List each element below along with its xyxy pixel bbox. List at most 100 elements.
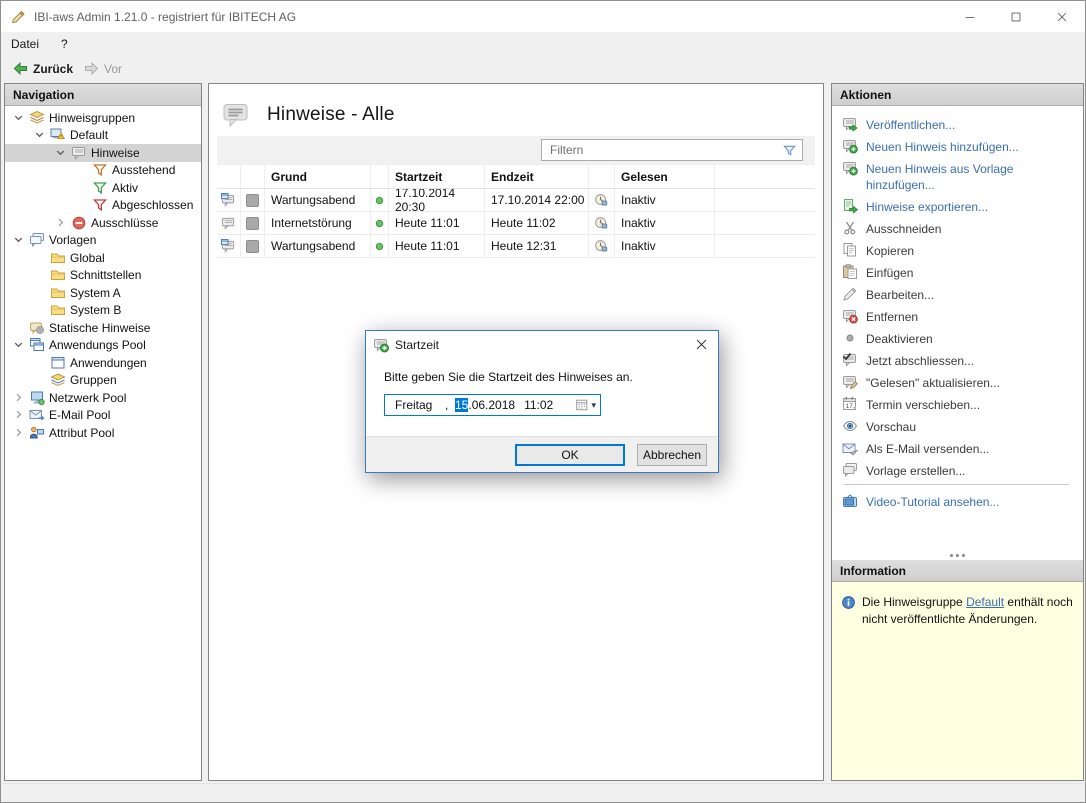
panel-splitter[interactable] — [832, 550, 1083, 560]
tree-item-hinweise[interactable]: Hinweise — [5, 144, 201, 162]
table-row[interactable]: Wartungsabend17.10.2014 20:3017.10.2014 … — [217, 189, 815, 212]
table-row[interactable]: InternetstörungHeute 11:01Heute 11:02Ina… — [217, 212, 815, 235]
create-template-icon — [842, 462, 858, 478]
tree-item-attribut-pool[interactable]: Attribut Pool — [5, 424, 201, 442]
datetime-picker[interactable]: Freitag , 15 .06.2018 11:02 ▾ — [384, 394, 601, 416]
tree-item-label: Vorlagen — [49, 233, 100, 247]
tree-item-schnittstellen[interactable]: Schnittstellen — [5, 267, 201, 285]
dialog-title-bar[interactable]: Startzeit — [366, 331, 718, 358]
menu-datei[interactable]: Datei — [1, 34, 49, 54]
title-bar: IBI-aws Admin 1.21.0 - registriert für I… — [1, 1, 1085, 32]
picker-time-segment[interactable]: 11:02 — [524, 398, 553, 412]
close-window-button[interactable] — [1039, 1, 1085, 32]
tree-item-statische-hinweise[interactable]: Statische Hinweise — [5, 319, 201, 337]
gelesen-cell: Inaktiv — [615, 212, 715, 234]
tv-icon — [842, 493, 858, 509]
tree-item-system-a[interactable]: System A — [5, 284, 201, 302]
tree-item-system-b[interactable]: System B — [5, 302, 201, 320]
calendar-dropdown-button[interactable]: ▾ — [575, 398, 600, 412]
chevron-down-icon[interactable] — [11, 110, 29, 126]
chevron-right-icon[interactable] — [11, 390, 29, 406]
picker-date-rest-segment[interactable]: .06.2018 — [468, 398, 515, 412]
anwendungs-pool-icon — [29, 337, 45, 353]
tree-item-label: Ausschlüsse — [91, 216, 162, 230]
forward-button[interactable]: Vor — [78, 59, 127, 78]
tree-item-default[interactable]: Default — [5, 127, 201, 145]
action-als-e-mail-versenden[interactable]: Als E-Mail versenden... — [842, 440, 1071, 457]
funnel-orange-icon — [92, 162, 108, 178]
navigation-header: Navigation — [5, 84, 201, 106]
action-einf-gen[interactable]: Einfügen — [842, 264, 1071, 281]
action-gelesen-aktualisieren[interactable]: "Gelesen" aktualisieren... — [842, 374, 1071, 391]
tree-item-hinweisgruppen[interactable]: Hinweisgruppen — [5, 109, 201, 127]
app-window: IBI-aws Admin 1.21.0 - registriert für I… — [0, 0, 1086, 803]
tree-item-netzwerk-pool[interactable]: Netzwerk Pool — [5, 389, 201, 407]
calendar-icon: 17 — [842, 396, 858, 412]
add-bubble-icon — [842, 160, 858, 176]
tree-item-gruppen[interactable]: Gruppen — [5, 372, 201, 390]
row-spacer — [715, 212, 815, 234]
close-icon[interactable] — [684, 331, 718, 358]
back-button-label: Zurück — [33, 62, 73, 76]
tree-item-anwendungs-pool[interactable]: Anwendungs Pool — [5, 337, 201, 355]
tree-item-aktiv[interactable]: Aktiv — [5, 179, 201, 197]
action-neuen-hinweis-hinzuf-gen[interactable]: Neuen Hinweis hinzufügen... — [842, 138, 1071, 155]
column-header-grund[interactable]: Grund — [265, 165, 371, 188]
copy-icon — [842, 242, 858, 258]
action-vorschau[interactable]: Vorschau — [842, 418, 1071, 435]
action-termin-verschieben[interactable]: 17Termin verschieben... — [842, 396, 1071, 413]
tree-item-e-mail-pool[interactable]: E-Mail Pool — [5, 407, 201, 425]
picker-day-segment[interactable]: Freitag — [395, 398, 445, 412]
tree-item-ausschl-sse[interactable]: Ausschlüsse — [5, 214, 201, 232]
color-swatch — [241, 212, 265, 234]
action-vorlage-erstellen[interactable]: Vorlage erstellen... — [842, 462, 1071, 479]
statische-icon — [29, 320, 45, 336]
action-ausschneiden[interactable]: Ausschneiden — [842, 220, 1071, 237]
actions-header: Aktionen — [832, 84, 1083, 106]
tree-item-global[interactable]: Global — [5, 249, 201, 267]
chevron-right-icon[interactable] — [11, 425, 29, 441]
default-group-link[interactable]: Default — [966, 595, 1004, 609]
column-header-gelesen[interactable]: Gelesen — [615, 165, 715, 188]
column-header-startzeit[interactable]: Startzeit — [389, 165, 485, 188]
back-button[interactable]: Zurück — [7, 59, 78, 78]
chevron-down-icon[interactable] — [11, 232, 29, 248]
filter-funnel-icon[interactable] — [782, 143, 797, 158]
column-header-endzeit[interactable]: Endzeit — [485, 165, 589, 188]
ok-button[interactable]: OK — [515, 444, 625, 466]
dialog-title: Startzeit — [395, 338, 684, 352]
tree-item-label: Attribut Pool — [49, 426, 118, 440]
action-neuen-hinweis-aus-vorlage-hinzuf-gen[interactable]: Neuen Hinweis aus Vorlage hinzufügen... — [842, 160, 1071, 193]
information-text: Die Hinweisgruppe Default enthält noch n… — [862, 594, 1073, 780]
tree-item-ausstehend[interactable]: Ausstehend — [5, 162, 201, 180]
filter-input[interactable] — [542, 143, 782, 157]
tree-item-abgeschlossen[interactable]: Abgeschlossen — [5, 197, 201, 215]
action-entfernen[interactable]: Entfernen — [842, 308, 1071, 325]
cancel-button[interactable]: Abbrechen — [637, 444, 707, 466]
chevron-down-icon[interactable] — [32, 127, 50, 143]
gelesen-cell: Inaktiv — [615, 189, 715, 211]
folder-icon — [50, 267, 66, 283]
chevron-right-icon[interactable] — [11, 407, 29, 423]
action-video-tutorial-ansehen[interactable]: Video-Tutorial ansehen... — [842, 493, 1071, 510]
tree-item-anwendungen[interactable]: Anwendungen — [5, 354, 201, 372]
tree-item-vorlagen[interactable]: Vorlagen — [5, 232, 201, 250]
action-bearbeiten[interactable]: Bearbeiten... — [842, 286, 1071, 303]
action-label: Jetzt abschliessen... — [866, 352, 974, 369]
chevron-down-icon[interactable] — [53, 145, 71, 161]
bubble-window-icon — [217, 189, 241, 211]
action-deaktivieren[interactable]: Deaktivieren — [842, 330, 1071, 347]
action-hinweise-exportieren[interactable]: Hinweise exportieren... — [842, 198, 1071, 215]
minimize-button[interactable] — [947, 1, 993, 32]
picker-selected-segment[interactable]: 15 — [455, 398, 468, 412]
startzeit-cell: 17.10.2014 20:30 — [389, 189, 485, 211]
action-jetzt-abschliessen[interactable]: Jetzt abschliessen... — [842, 352, 1071, 369]
chevron-down-icon[interactable] — [11, 337, 29, 353]
table-row[interactable]: WartungsabendHeute 11:01Heute 12:31Inakt… — [217, 235, 815, 258]
edit-icon — [842, 286, 858, 302]
maximize-button[interactable] — [993, 1, 1039, 32]
action-kopieren[interactable]: Kopieren — [842, 242, 1071, 259]
action-ver-ffentlichen[interactable]: Veröffentlichen... — [842, 116, 1071, 133]
menu-help[interactable]: ? — [49, 34, 80, 54]
chevron-right-icon[interactable] — [53, 215, 71, 231]
